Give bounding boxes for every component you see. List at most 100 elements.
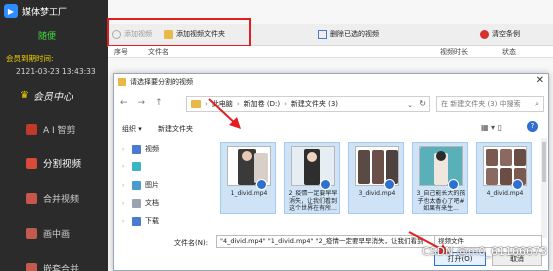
- chevron-right-icon: ›: [122, 199, 125, 207]
- tree-item-downloads[interactable]: › 下载: [122, 216, 159, 226]
- member-center-label: 会员中心: [32, 92, 73, 103]
- sidebar-item-picture-in-picture[interactable]: 画中画: [0, 221, 108, 245]
- organize-button[interactable]: 组织 ▾: [122, 124, 142, 134]
- chevron-right-icon: ›: [284, 100, 287, 108]
- file-grid: 1_divid.mp4 2_疫情一定要早早消失，让我们看到这个世界在有所...: [218, 138, 544, 238]
- search-icon: ⌕: [535, 99, 539, 108]
- sidebar-item-merge-video[interactable]: 合并视频: [0, 186, 108, 210]
- nest-icon: [26, 262, 37, 271]
- member-center-button[interactable]: ♛ 会员中心: [20, 88, 73, 103]
- command-bar: 组织 ▾ 新建文件夹 ▦ ▾ ▯ ?: [114, 120, 548, 138]
- refresh-icon[interactable]: ↻: [419, 99, 426, 108]
- sidebar-item-label: A I 智剪: [43, 125, 76, 136]
- app-logo-icon: ▶: [4, 4, 18, 18]
- selected-check-icon: [448, 179, 459, 190]
- dialog-app-icon: [118, 77, 126, 86]
- expire-label: 会员到期时间:: [6, 54, 54, 63]
- vertical-scrollbar[interactable]: [541, 138, 547, 238]
- brand: ▶ 媒体梦工厂: [4, 4, 67, 18]
- tree-item-pictures[interactable]: › 图片: [122, 180, 159, 190]
- file-name: 3_自己能长大的孩子也太香心了吧#如果有来生...: [416, 190, 466, 212]
- annotation-arrow-icon: [208, 98, 241, 129]
- expire-value: 2121-03-23 13:43:33: [16, 67, 96, 76]
- chevron-down-icon[interactable]: ⌄: [407, 101, 413, 109]
- search-placeholder: 在 新建文件夹 (3) 中搜索: [441, 100, 521, 108]
- clear-icon: [480, 29, 489, 39]
- crown-icon: ♛: [20, 90, 29, 101]
- selected-check-icon: [256, 179, 267, 190]
- help-icon[interactable]: ?: [527, 121, 538, 132]
- scrollbar-thumb[interactable]: [542, 142, 546, 182]
- breadcrumb-item[interactable]: 新建文件夹 (3): [291, 99, 338, 109]
- app-window: ▶ 媒体梦工厂 随便 会员到期时间: 2121-03-23 13:43:33 ♛…: [0, 0, 553, 271]
- file-name: 2_疫情一定要早早消失，让我们看到这个世界在有所...: [288, 190, 338, 212]
- back-arrow-icon[interactable]: ←: [120, 98, 128, 108]
- col-filename: 文件名: [148, 48, 169, 56]
- tree-item-label: 下载: [145, 217, 159, 225]
- sidebar-item-label: 画中画: [43, 229, 71, 240]
- document-folder-icon: [132, 198, 141, 208]
- new-folder-button[interactable]: 新建文件夹: [158, 124, 193, 134]
- delete-selected-label: 删除已选的视频: [330, 30, 379, 38]
- tree-item-documents[interactable]: › 文档: [122, 198, 159, 208]
- col-index: 序号: [114, 48, 128, 56]
- dialog-titlebar: 请选择要分割的视频 ✕: [114, 74, 548, 89]
- file-name: 3_divid.mp4: [358, 190, 396, 197]
- tree-item-3d[interactable]: ›: [122, 162, 145, 171]
- list-header: 序号 文件名 视频时长 状态: [108, 46, 553, 58]
- col-status: 状态: [502, 48, 516, 56]
- file-name: 1_divid.mp4: [230, 190, 268, 197]
- download-folder-icon: [132, 216, 141, 226]
- col-duration: 视频时长: [440, 48, 468, 56]
- address-row: ← → ↑ › 此电脑 › 新加卷 (D:) › 新建文件夹 (3) ⌄ ↻ 在…: [114, 94, 548, 114]
- search-input[interactable]: 在 新建文件夹 (3) 中搜索 ⌕: [436, 96, 544, 112]
- chevron-right-icon: ›: [122, 163, 125, 170]
- view-options-icon[interactable]: ▦ ▾ ▯: [481, 123, 502, 132]
- highlight-box: [107, 18, 251, 47]
- ai-icon: [26, 123, 37, 135]
- chevron-right-icon: ›: [122, 217, 125, 225]
- merge-icon: [26, 192, 37, 204]
- app-name: 媒体梦工厂: [22, 7, 68, 18]
- monitor-icon: [318, 29, 327, 39]
- sidebar-item-split-video[interactable]: 分割视频: [0, 151, 108, 175]
- file-name: 4_divid.mp4: [486, 190, 524, 197]
- selected-check-icon: [384, 179, 395, 190]
- forward-arrow-icon[interactable]: →: [138, 98, 146, 108]
- selected-check-icon: [320, 179, 331, 190]
- filename-label: 文件名(N):: [174, 239, 209, 247]
- selected-check-icon: [512, 179, 523, 190]
- sidebar-item-label: 嵌套合并: [43, 264, 80, 271]
- file-item[interactable]: 3_divid.mp4: [348, 142, 404, 214]
- sidebar-item-ai-edit[interactable]: A I 智剪: [0, 117, 108, 141]
- watermark: CSDN @m0_61166673: [421, 245, 547, 258]
- up-arrow-icon[interactable]: ↑: [155, 98, 163, 108]
- sidebar: ▶ 媒体梦工厂 随便 会员到期时间: 2121-03-23 13:43:33 ♛…: [0, 0, 108, 271]
- pip-icon: [26, 227, 37, 239]
- nav-arrows: ← → ↑: [120, 98, 163, 108]
- file-item[interactable]: 3_自己能长大的孩子也太香心了吧#如果有来生...: [412, 142, 468, 214]
- folder-icon: [191, 100, 201, 108]
- tree-item-label: 视频: [145, 145, 159, 153]
- delete-selected-button[interactable]: 删除已选的视频: [318, 29, 379, 39]
- clear-list-label: 清空条例: [492, 30, 520, 38]
- clear-list-button[interactable]: 清空条例: [480, 29, 520, 39]
- tree-item-label: 图片: [145, 181, 159, 189]
- file-item[interactable]: 1_divid.mp4: [220, 142, 276, 214]
- close-icon[interactable]: ✕: [536, 75, 544, 86]
- chevron-right-icon: ›: [122, 145, 125, 153]
- tree-item-videos[interactable]: › 视频: [122, 144, 159, 154]
- file-item[interactable]: 2_疫情一定要早早消失，让我们看到这个世界在有所...: [284, 142, 340, 214]
- cube-icon: [132, 162, 141, 171]
- sidebar-item-label: 合并视频: [43, 194, 80, 205]
- sidebar-item-label: 分割视频: [43, 159, 82, 170]
- tree-item-label: 文档: [145, 199, 159, 207]
- user-name: 随便: [38, 32, 57, 42]
- navigation-tree: › 视频 › › 图片 › 文档 › 下载: [114, 138, 214, 228]
- sidebar-item-nest-merge[interactable]: 嵌套合并: [0, 256, 108, 271]
- video-folder-icon: [132, 144, 141, 154]
- open-file-dialog: 请选择要分割的视频 ✕ ← → ↑ › 此电脑 › 新加卷 (D:) › 新建文…: [113, 73, 549, 271]
- split-icon: [26, 157, 37, 169]
- breadcrumb-item[interactable]: 新加卷 (D:): [244, 99, 280, 109]
- file-item[interactable]: 4_divid.mp4: [476, 142, 532, 214]
